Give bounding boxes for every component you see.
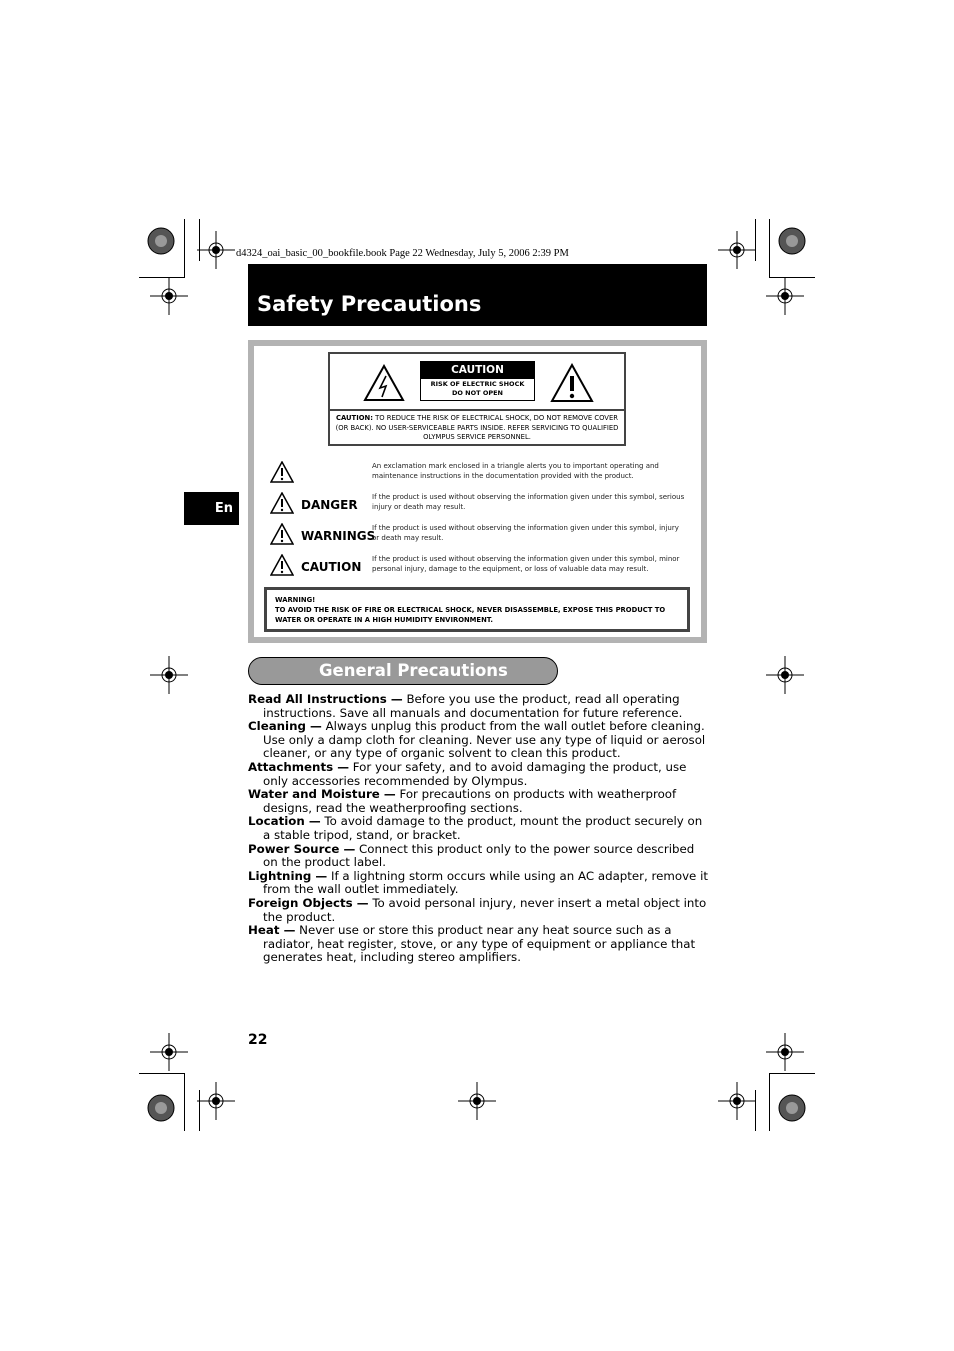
precaution-item: Foreign Objects — To avoid personal inju… — [248, 895, 708, 924]
crop-mark — [769, 1073, 770, 1131]
registration-mark-icon — [766, 1033, 804, 1071]
warning-triangle-icon — [270, 523, 294, 545]
exclamation-triangle-icon — [550, 363, 594, 402]
precaution-text: Always unplug this product from the wall… — [263, 719, 706, 761]
registration-mark-icon — [766, 277, 804, 315]
crop-mark — [139, 1073, 185, 1074]
registration-mark-icon — [718, 1082, 756, 1120]
page-title: Safety Precautions — [257, 292, 482, 316]
precaution-term: Cleaning — — [248, 719, 322, 734]
warning-text: TO AVOID THE RISK OF FIRE OR ELECTRICAL … — [275, 606, 666, 624]
precaution-term: Attachments — — [248, 759, 350, 774]
print-header: d4324_oai_basic_00_bookfile.book Page 22… — [236, 248, 569, 259]
warning-triangle-icon — [270, 461, 294, 483]
symbol-word: DANGER — [301, 498, 358, 512]
caution-text: CAUTION: TO REDUCE THE RISK OF ELECTRICA… — [335, 414, 619, 441]
warning-triangle-icon — [270, 492, 294, 514]
symbol-desc: If the product is used without observing… — [372, 555, 680, 573]
warning-triangle-icon — [270, 554, 294, 576]
precaution-term: Heat — — [248, 923, 296, 938]
caution-sign: CAUTION RISK OF ELECTRIC SHOCK DO NOT OP… — [420, 361, 535, 401]
precaution-item: Location — To avoid damage to the produc… — [248, 815, 708, 842]
color-target-icon — [778, 227, 806, 255]
crop-mark — [199, 1090, 200, 1131]
crop-mark — [184, 219, 185, 277]
precaution-item: Lightning — If a lightning storm occurs … — [248, 868, 708, 897]
caution-label: CAUTION RISK OF ELECTRIC SHOCK DO NOT OP… — [328, 352, 626, 446]
precaution-item: Water and Moisture — For precautions on … — [248, 787, 708, 815]
crop-mark — [755, 219, 756, 261]
precaution-text: Never use or store this product near any… — [263, 923, 696, 965]
symbol-desc: An exclamation mark enclosed in a triang… — [372, 462, 659, 480]
symbol-word: WARNINGS — [301, 529, 376, 543]
section-heading: General Precautions — [319, 661, 508, 680]
registration-mark-icon — [718, 231, 756, 269]
crop-mark — [769, 219, 770, 277]
crop-mark — [184, 1073, 185, 1131]
manual-page: d4324_oai_basic_00_bookfile.book Page 22… — [0, 0, 954, 1351]
warning-box: WARNING! TO AVOID THE RISK OF FIRE OR EL… — [264, 587, 690, 632]
color-target-icon — [778, 1094, 806, 1122]
crop-mark — [755, 1090, 756, 1131]
precaution-term: Read All Instructions — — [248, 692, 403, 706]
precaution-item: Cleaning — Always unplug this product fr… — [248, 719, 708, 761]
precaution-term: Location — — [248, 814, 321, 829]
registration-mark-icon — [197, 231, 235, 269]
caution-sub-2: DO NOT OPEN — [451, 389, 504, 397]
crop-mark — [769, 1073, 815, 1074]
precaution-item: Power Source — Connect this product only… — [248, 841, 708, 870]
title-bar: Safety Precautions — [248, 264, 707, 326]
symbol-word: CAUTION — [301, 560, 362, 574]
color-target-icon — [147, 227, 175, 255]
precaution-item: Heat — Never use or store this product n… — [248, 923, 708, 965]
precautions-list: Read All Instructions — Before you use t… — [248, 692, 708, 965]
registration-mark-icon — [150, 1033, 188, 1071]
warning-heading: WARNING! — [275, 596, 316, 604]
precaution-text: To avoid damage to the product, mount th… — [263, 814, 703, 842]
language-tab: En — [184, 492, 239, 525]
registration-mark-icon — [458, 1082, 496, 1120]
registration-mark-icon — [766, 656, 804, 694]
precaution-term: Power Source — — [248, 841, 356, 856]
precaution-text: If a lightning storm occurs while using … — [263, 868, 708, 897]
divider — [330, 409, 624, 411]
precaution-term: Water and Moisture — — [248, 787, 396, 802]
caution-sub-1: RISK OF ELECTRIC SHOCK — [430, 380, 525, 388]
crop-mark — [139, 277, 185, 278]
section-heading-pill: General Precautions — [248, 657, 558, 685]
precaution-item: Read All Instructions — Before you use t… — [248, 692, 708, 720]
crop-mark — [199, 219, 200, 261]
electric-shock-icon — [363, 364, 405, 401]
precaution-term: Lightning — — [248, 868, 328, 883]
caution-heading: CAUTION — [421, 362, 534, 379]
symbol-desc: If the product is used without observing… — [372, 524, 679, 542]
crop-mark — [769, 277, 815, 278]
symbol-desc: If the product is used without observing… — [372, 493, 685, 511]
precaution-item: Attachments — For your safety, and to av… — [248, 759, 708, 788]
registration-mark-icon — [150, 656, 188, 694]
registration-mark-icon — [150, 277, 188, 315]
precaution-term: Foreign Objects — — [248, 895, 369, 910]
registration-mark-icon — [197, 1082, 235, 1120]
page-number: 22 — [248, 1032, 268, 1048]
color-target-icon — [147, 1094, 175, 1122]
